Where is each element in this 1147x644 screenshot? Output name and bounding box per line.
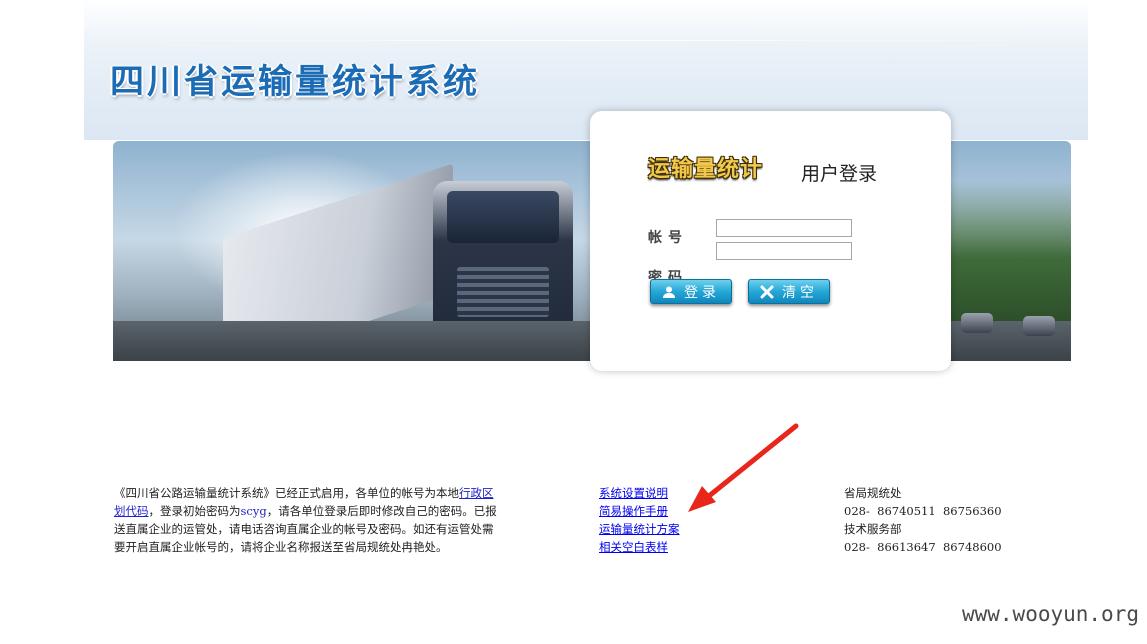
contact-dept: 省局规统处 xyxy=(844,486,902,500)
notice-part1: 《四川省公路运输量统计系统》已经正式启用，各单位的帐号为本地 xyxy=(114,486,459,500)
annotation-arrow xyxy=(688,423,799,512)
doc-link-forms[interactable]: 相关空白表样 xyxy=(599,538,680,556)
account-input[interactable] xyxy=(716,219,852,237)
login-button[interactable]: 登录 xyxy=(650,279,732,304)
user-icon xyxy=(662,285,676,299)
banner-trees xyxy=(941,181,1071,321)
login-logo: 运输量统计 xyxy=(648,157,764,182)
doc-link-manual[interactable]: 简易操作手册 xyxy=(599,502,680,520)
clear-button[interactable]: 清空 xyxy=(748,279,830,304)
login-panel: 运输量统计 用户登录 帐号 密码 登录 清空 xyxy=(590,111,951,371)
doc-link-settings[interactable]: 系统设置说明 xyxy=(599,484,680,502)
clear-button-label: 清空 xyxy=(782,284,818,301)
login-heading: 用户登录 xyxy=(801,163,878,185)
password-input[interactable] xyxy=(716,242,852,260)
login-button-label: 登录 xyxy=(684,284,720,301)
notice-text: 《四川省公路运输量统计系统》已经正式启用，各单位的帐号为本地行政区划代码，登录初… xyxy=(114,484,504,556)
truck-grille xyxy=(457,267,549,317)
banner-car xyxy=(961,313,993,333)
account-label: 帐号 xyxy=(648,230,688,246)
close-icon xyxy=(760,285,774,299)
password-label: 密码 xyxy=(648,270,688,279)
contact-phone: 028- 86613647 86748600 xyxy=(844,540,1002,554)
notice-part2: ，登录初始密码为 xyxy=(148,504,241,518)
app-title: 四川省运输量统计系统 xyxy=(110,62,480,102)
contact-phone: 028- 86740511 86756360 xyxy=(844,504,1002,518)
watermark: www.wooyun.org xyxy=(961,602,1139,626)
truck-windshield xyxy=(447,191,559,243)
contact-dept: 技术服务部 xyxy=(844,522,902,536)
doc-link-plan[interactable]: 运输量统计方案 xyxy=(599,520,680,538)
banner-car xyxy=(1023,316,1055,336)
default-password: scyg xyxy=(240,504,267,518)
doc-links: 系统设置说明 简易操作手册 运输量统计方案 相关空白表样 xyxy=(599,484,680,556)
contact-info: 省局规统处 028- 86740511 86756360 技术服务部 028- … xyxy=(844,484,1002,556)
